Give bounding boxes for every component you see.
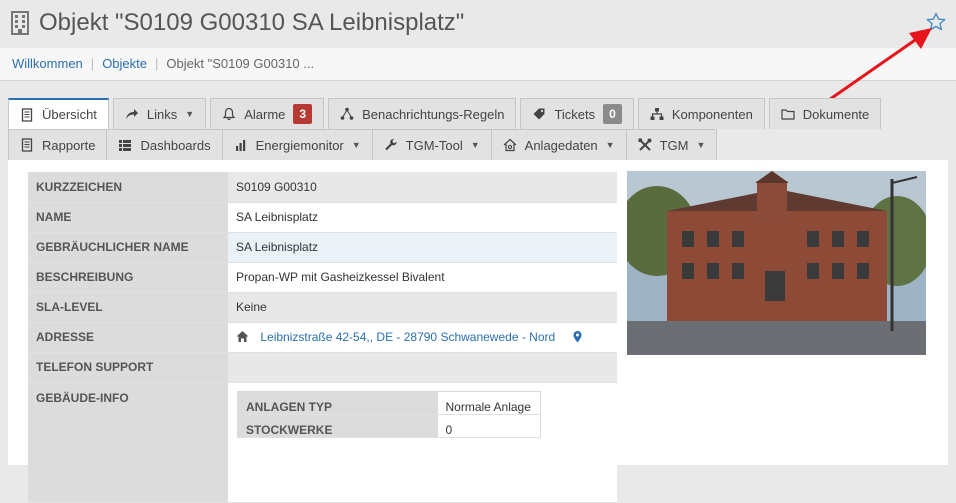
tab-content-uebersicht: Kurzzeichen S0109 G00310 Name SA Leibnis… bbox=[8, 160, 948, 503]
tab-label: Energiemonitor bbox=[255, 137, 344, 153]
tools-icon bbox=[638, 138, 652, 151]
info-label: Adresse bbox=[28, 322, 228, 353]
breadcrumb-link-willkommen[interactable]: Willkommen bbox=[12, 56, 83, 71]
alarm-count-badge: 3 bbox=[293, 104, 313, 124]
caret-down-icon: ▼ bbox=[605, 140, 615, 150]
info-value: Propan-WP mit Gasheizkessel Bivalent bbox=[228, 262, 617, 293]
bell-icon bbox=[223, 107, 236, 121]
sub-value: Normale Anlage bbox=[437, 391, 541, 415]
tab-bar-secondary: Rapporte Dashboards Energiemonitor ▼ TGM… bbox=[8, 129, 718, 160]
sub-label: Anlagen Typ bbox=[237, 391, 438, 415]
info-row-kurzzeichen: Kurzzeichen S0109 G00310 bbox=[28, 172, 617, 203]
tab-label: Anlagedaten bbox=[524, 137, 598, 153]
share-icon bbox=[125, 109, 138, 119]
tab-tgm[interactable]: TGM ▼ bbox=[626, 129, 718, 160]
grid-icon bbox=[119, 140, 132, 151]
bar-chart-icon bbox=[235, 140, 245, 151]
info-value: Leibnizstraße 42-54,, DE - 28790 Schwane… bbox=[228, 322, 617, 353]
map-marker-icon[interactable] bbox=[571, 330, 584, 343]
info-value: S0109 G00310 bbox=[228, 172, 617, 203]
tab-energiemonitor[interactable]: Energiemonitor ▼ bbox=[222, 129, 373, 160]
tab-label: Benachrichtungs-Regeln bbox=[362, 106, 505, 122]
wrench-icon bbox=[385, 138, 397, 151]
info-row-adresse: Adresse Leibnizstraße 42-54,, DE - 28790… bbox=[28, 322, 617, 353]
caret-down-icon: ▼ bbox=[696, 140, 706, 150]
tab-label: Übersicht bbox=[42, 107, 97, 122]
tab-label: TGM bbox=[659, 137, 689, 153]
info-row-sla-level: SLA-Level Keine bbox=[28, 292, 617, 323]
tab-label: Alarme bbox=[244, 106, 286, 122]
caret-down-icon: ▼ bbox=[351, 140, 361, 150]
folder-icon bbox=[781, 109, 795, 120]
document-icon bbox=[21, 107, 33, 122]
info-value bbox=[228, 352, 617, 383]
breadcrumb-current: Objekt "S0109 G00310 ... bbox=[166, 56, 315, 71]
building-icon bbox=[11, 11, 29, 35]
breadcrumb-link-objekte[interactable]: Objekte bbox=[102, 56, 147, 71]
page-title-text: Objekt "S0109 G00310 SA Leibnisplatz" bbox=[39, 9, 465, 36]
tab-label: Dokumente bbox=[802, 106, 870, 122]
tab-links[interactable]: Links ▼ bbox=[112, 98, 207, 129]
info-label: Gebäude-Info bbox=[28, 382, 228, 503]
tab-label: Rapporte bbox=[42, 137, 96, 153]
info-row-beschreibung: Beschreibung Propan-WP mit Gasheizkessel… bbox=[28, 262, 617, 293]
tab-alarme[interactable]: Alarme 3 bbox=[210, 98, 325, 129]
info-row-telefon-support: Telefon Support bbox=[28, 352, 617, 383]
tab-dashboards[interactable]: Dashboards bbox=[107, 129, 223, 160]
info-row-gebaeude-info: Gebäude-Info Anlagen Typ Normale Anlage … bbox=[28, 382, 617, 503]
ticket-count-badge: 0 bbox=[603, 104, 622, 124]
sub-row-stockwerke: Stockwerke 0 bbox=[237, 414, 541, 438]
tab-benachrichtungs-regeln[interactable]: Benachrichtungs-Regeln bbox=[328, 98, 517, 129]
caret-down-icon: ▼ bbox=[185, 109, 195, 119]
info-row-name: Name SA Leibnisplatz bbox=[28, 202, 617, 233]
home-settings-icon bbox=[503, 138, 517, 152]
sub-row-anlagen-typ: Anlagen Typ Normale Anlage bbox=[237, 391, 541, 415]
breadcrumb: Willkommen | Objekte | Objekt "S0109 G00310 … bbox=[0, 48, 956, 81]
tab-anlagedaten[interactable]: Anlagedaten ▼ bbox=[491, 129, 627, 160]
page-header: Objekt "S0109 G00310 SA Leibnisplatz" bbox=[0, 0, 956, 48]
info-label: SLA-Level bbox=[28, 292, 228, 323]
page-title: Objekt "S0109 G00310 SA Leibnisplatz" bbox=[10, 9, 464, 37]
breadcrumb-separator: | bbox=[90, 56, 95, 71]
sitemap-icon bbox=[650, 108, 664, 120]
info-label: Name bbox=[28, 202, 228, 233]
document-icon bbox=[21, 138, 33, 152]
flow-icon bbox=[340, 107, 354, 120]
tab-uebersicht[interactable]: Übersicht bbox=[8, 98, 109, 129]
tab-label: Dashboards bbox=[140, 137, 211, 153]
info-label: Telefon Support bbox=[28, 352, 228, 383]
info-label: Beschreibung bbox=[28, 262, 228, 293]
info-label: Kurzzeichen bbox=[28, 172, 228, 203]
info-value: SA Leibnisplatz bbox=[228, 202, 617, 233]
building-photo bbox=[627, 171, 926, 355]
tab-label: Tickets bbox=[554, 106, 596, 122]
info-value: SA Leibnisplatz bbox=[228, 232, 617, 263]
tab-tickets[interactable]: Tickets 0 bbox=[520, 98, 634, 129]
ticket-icon bbox=[533, 108, 545, 120]
caret-down-icon: ▼ bbox=[470, 140, 480, 150]
sub-label: Stockwerke bbox=[237, 414, 438, 438]
tab-rapporte[interactable]: Rapporte bbox=[8, 129, 108, 160]
tab-label: Links bbox=[146, 106, 178, 122]
tab-label: TGM-Tool bbox=[405, 137, 463, 153]
address-link[interactable]: Leibnizstraße 42-54,, DE - 28790 Schwane… bbox=[260, 330, 555, 344]
tab-dokumente[interactable]: Dokumente bbox=[768, 98, 882, 129]
tab-label: Komponenten bbox=[671, 106, 753, 122]
info-label: Gebräuchlicher Name bbox=[28, 232, 228, 263]
home-icon bbox=[236, 331, 249, 342]
info-value: Keine bbox=[228, 292, 617, 323]
tab-bar-primary: Übersicht Links ▼ Alarme 3 Benachrichtun… bbox=[8, 98, 885, 129]
tab-tgm-tool[interactable]: TGM-Tool ▼ bbox=[372, 129, 492, 160]
object-info-table: Kurzzeichen S0109 G00310 Name SA Leibnis… bbox=[28, 172, 617, 503]
info-row-gebraeuchlicher-name: Gebräuchlicher Name SA Leibnisplatz bbox=[28, 232, 617, 263]
info-value: Anlagen Typ Normale Anlage Stockwerke 0 bbox=[228, 382, 617, 503]
tab-komponenten[interactable]: Komponenten bbox=[637, 98, 765, 129]
breadcrumb-separator: | bbox=[155, 56, 159, 71]
gebaeude-info-table: Anlagen Typ Normale Anlage Stockwerke 0 bbox=[237, 390, 541, 438]
sub-value: 0 bbox=[437, 414, 541, 438]
annotation-arrow bbox=[825, 28, 932, 104]
